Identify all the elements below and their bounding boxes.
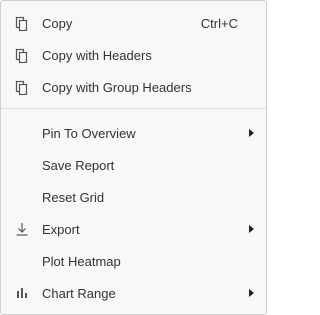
- menu-item-label: Chart Range: [42, 286, 116, 301]
- actions-section: Pin To Overview Save Report Reset Grid E…: [1, 117, 266, 309]
- menu-item-label: Copy with Headers: [42, 48, 152, 63]
- menu-item-label: Reset Grid: [42, 190, 105, 205]
- menu-item-label: Copy: [42, 16, 73, 31]
- submenu-arrow-icon: [249, 289, 254, 297]
- menu-item-save-report[interactable]: Save Report: [1, 149, 266, 181]
- menu-item-export[interactable]: Export: [1, 213, 266, 245]
- menu-item-copy[interactable]: Copy Ctrl+C: [1, 7, 266, 39]
- menu-item-label: Save Report: [42, 158, 115, 173]
- menu-item-reset-grid[interactable]: Reset Grid: [1, 181, 266, 213]
- shortcut-label: Ctrl+C: [200, 16, 238, 31]
- copy-icon: [15, 47, 29, 63]
- menu-item-chart-range[interactable]: Chart Range: [1, 277, 266, 309]
- download-icon: [15, 221, 29, 237]
- submenu-arrow-icon: [249, 225, 254, 233]
- menu-item-pin-to-overview[interactable]: Pin To Overview: [1, 117, 266, 149]
- menu-item-label: Copy with Group Headers: [42, 80, 192, 95]
- menu-divider: [1, 108, 266, 109]
- copy-section: Copy Ctrl+C Copy with Headers Copy with …: [1, 7, 266, 103]
- menu-item-copy-with-group-headers[interactable]: Copy with Group Headers: [1, 71, 266, 103]
- copy-icon: [15, 79, 29, 95]
- submenu-arrow-icon: [249, 129, 254, 137]
- menu-item-label: Export: [42, 222, 80, 237]
- menu-item-copy-with-headers[interactable]: Copy with Headers: [1, 39, 266, 71]
- context-menu: Copy Ctrl+C Copy with Headers Copy with …: [0, 0, 267, 315]
- menu-item-plot-heatmap[interactable]: Plot Heatmap: [1, 245, 266, 277]
- menu-item-label: Plot Heatmap: [42, 254, 121, 269]
- menu-item-label: Pin To Overview: [42, 126, 136, 141]
- bar-chart-icon: [15, 285, 29, 301]
- copy-icon: [15, 15, 29, 31]
